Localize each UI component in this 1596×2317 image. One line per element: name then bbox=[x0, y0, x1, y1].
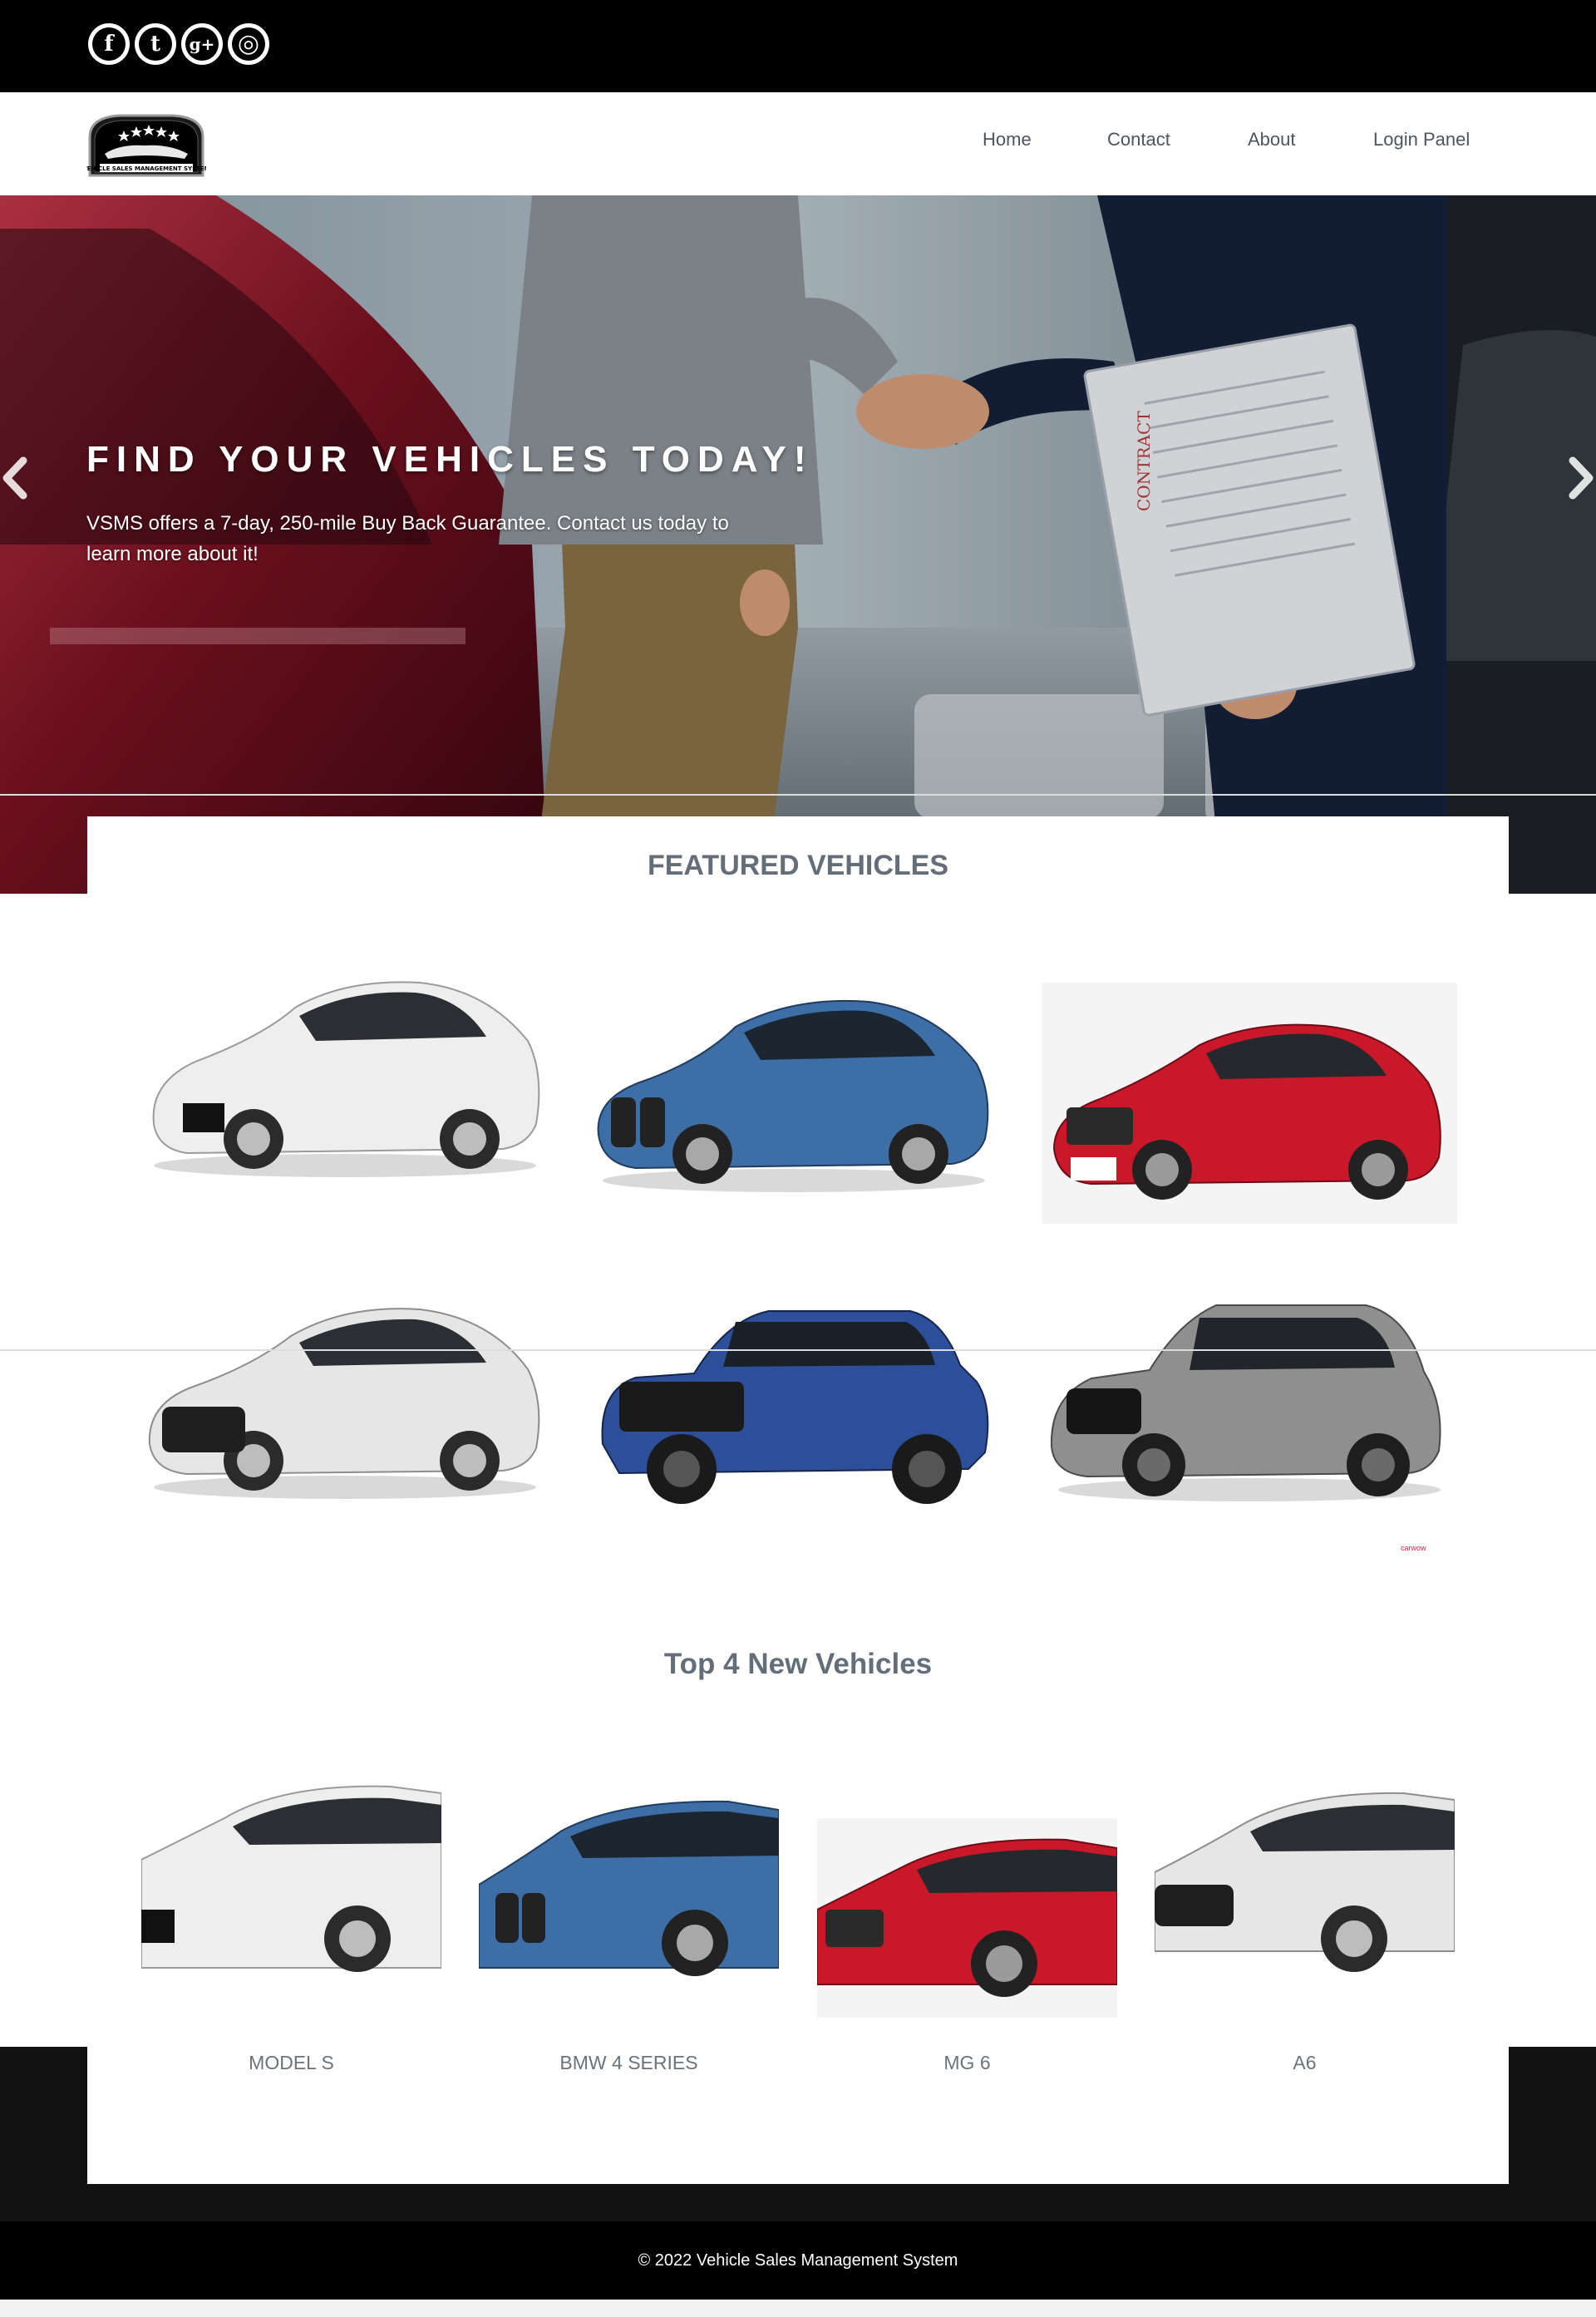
top4-caption-mg-6[interactable]: MG 6 bbox=[817, 2052, 1117, 2074]
navbar: VEHICLE SALES MANAGEMENT SYSTEM Home Con… bbox=[0, 92, 1596, 195]
top4-caption-bmw-4-series[interactable]: BMW 4 SERIES bbox=[479, 2052, 779, 2074]
svg-text:VEHICLE SALES MANAGEMENT SYSTE: VEHICLE SALES MANAGEMENT SYSTEM bbox=[86, 165, 206, 172]
twitter-icon[interactable]: t bbox=[135, 23, 176, 65]
scroll-divider bbox=[0, 794, 1596, 796]
facebook-icon[interactable]: f bbox=[88, 23, 130, 65]
google-plus-icon[interactable]: g+ bbox=[181, 23, 223, 65]
featured-car-white-audi[interactable] bbox=[137, 1278, 553, 1506]
nav-login-panel[interactable]: Login Panel bbox=[1373, 129, 1470, 150]
instagram-icon[interactable]: ◎ bbox=[228, 23, 269, 65]
footer: © 2022 Vehicle Sales Management System bbox=[0, 2221, 1596, 2300]
nav-contact[interactable]: Contact bbox=[1107, 129, 1170, 150]
featured-car-blue-pickup[interactable] bbox=[586, 1274, 1002, 1519]
nav-home[interactable]: Home bbox=[983, 129, 1032, 150]
nav-about[interactable]: About bbox=[1248, 129, 1296, 150]
copyright-text: © 2022 Vehicle Sales Management System bbox=[638, 2250, 958, 2270]
featured-title: FEATURED VEHICLES bbox=[647, 850, 949, 881]
top4-car-image[interactable] bbox=[479, 1785, 779, 1984]
top4-car-image[interactable] bbox=[141, 1768, 441, 1984]
social-bar: f t g+ ◎ bbox=[0, 0, 1596, 92]
top4-caption-model-s[interactable]: MODEL S bbox=[141, 2052, 441, 2074]
content-panel: FEATURED VEHICLES carwow Top 4 New Vehic… bbox=[87, 816, 1509, 2184]
hero-title: FIND YOUR VEHICLES TODAY! bbox=[86, 439, 814, 480]
carousel-next-arrow[interactable] bbox=[1559, 449, 1596, 507]
hero-carousel: CONTRACT FIND YOUR VEHICLES TODAY! VSMS … bbox=[0, 195, 1596, 894]
featured-car-grey-suv[interactable]: carwow bbox=[1042, 1272, 1457, 1552]
bottom-strip bbox=[0, 2300, 1596, 2317]
hero-text: VSMS offers a 7-day, 250-mile Buy Back G… bbox=[86, 512, 729, 565]
image-watermark: carwow bbox=[1401, 1544, 1426, 1552]
featured-car-blue-coupe[interactable] bbox=[586, 973, 1002, 1201]
scroll-divider bbox=[0, 1349, 1596, 1351]
featured-car-white-sedan[interactable] bbox=[137, 958, 553, 1186]
top4-caption-a6[interactable]: A6 bbox=[1155, 2052, 1455, 2074]
site-logo[interactable]: VEHICLE SALES MANAGEMENT SYSTEM bbox=[82, 112, 210, 179]
featured-car-red-sedan[interactable] bbox=[1042, 983, 1457, 1228]
carousel-prev-arrow[interactable] bbox=[0, 449, 37, 507]
top4-car-image[interactable] bbox=[1155, 1777, 1455, 1984]
top4-car-image[interactable] bbox=[817, 1818, 1117, 2018]
top4-title: Top 4 New Vehicles bbox=[663, 1648, 933, 1680]
